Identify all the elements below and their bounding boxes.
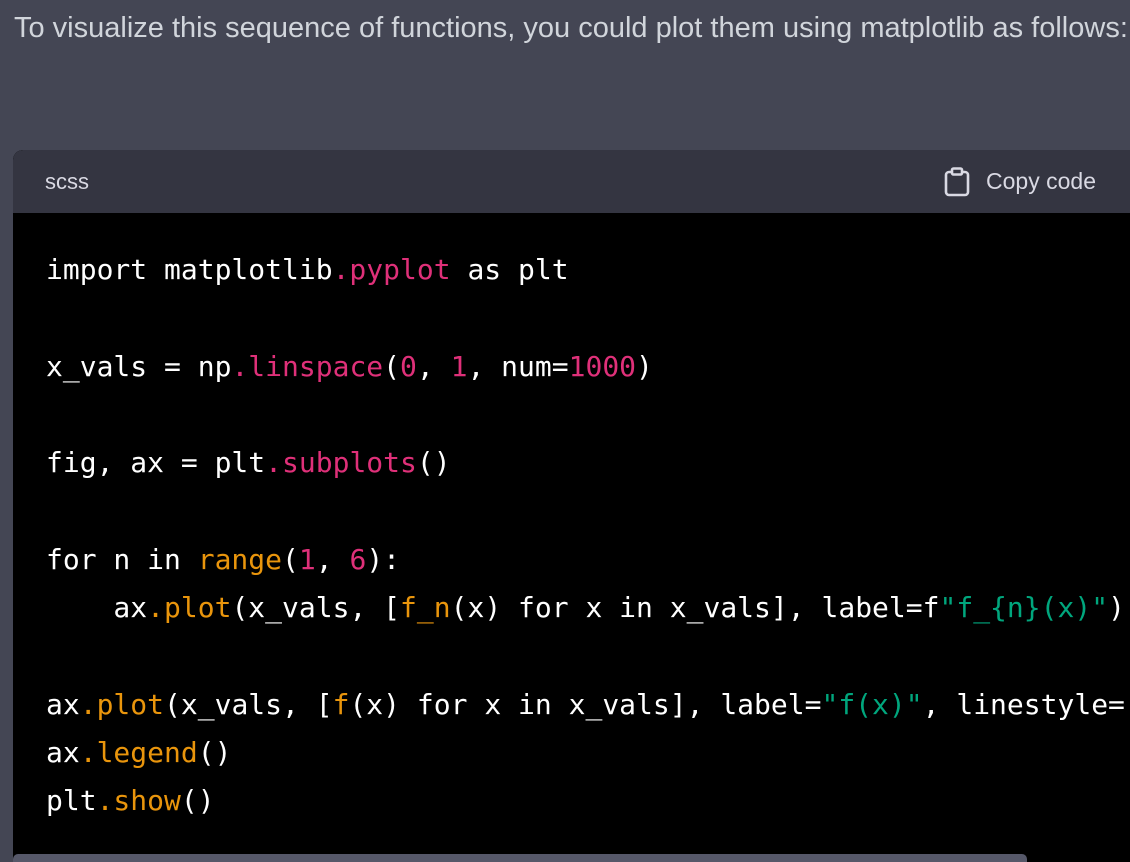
code-token: 1 (298, 542, 316, 576)
code-token: range (197, 542, 283, 576)
code-token: import matplotlib (46, 253, 333, 286)
code-token: ( (282, 542, 299, 576)
code-token: (x_vals, [ (164, 687, 333, 721)
code-token: plt (46, 784, 97, 818)
code-token: , (416, 349, 451, 383)
code-token: ( (383, 349, 401, 383)
code-token: ) (636, 349, 653, 383)
clipboard-icon (944, 166, 970, 197)
code-token: fig, ax = plt (46, 446, 266, 480)
code-token: ) (1108, 591, 1125, 625)
code-token: , (315, 542, 350, 576)
code-line: x_vals = np.linspace(0, 1, num=1000) (46, 343, 1130, 391)
copy-code-label: Copy code (986, 168, 1096, 194)
code-token: ): (366, 542, 401, 576)
code-token: "f(x)" (821, 687, 923, 721)
code-token: 1000 (568, 349, 637, 383)
code-token: .legend (79, 735, 198, 769)
code-token: 0 (400, 349, 417, 383)
code-line: ax.legend() (46, 729, 1130, 777)
code-token: 6 (349, 542, 367, 576)
code-line: import matplotlib.pyplot as plt (46, 246, 1130, 294)
code-token: (x) for x in x_vals], label= (349, 687, 822, 721)
code-line: fig, ax = plt.subplots() (46, 439, 1130, 487)
horizontal-scrollbar[interactable] (13, 854, 1027, 862)
code-line: ax.plot(x_vals, [f_n(x) for x in x_vals]… (46, 584, 1130, 632)
code-token: () (197, 735, 232, 769)
code-token: () (416, 446, 451, 480)
code-token: for n in (46, 542, 198, 576)
code-token: .pyplot (332, 253, 451, 286)
code-token: .plot (147, 591, 232, 625)
code-token: () (180, 784, 215, 818)
code-content: import matplotlib.pyplot as plt x_vals = … (46, 246, 1130, 826)
code-token: 1 (450, 349, 468, 383)
code-token: (x) for x in x_vals], label=f (450, 591, 940, 625)
code-token: "f_{n}(x)" (939, 591, 1109, 625)
assistant-message-text: To visualize this sequence of functions,… (14, 12, 1128, 44)
code-token: ax (46, 591, 148, 625)
code-token: .subplots (265, 446, 417, 480)
code-token: as plt (450, 253, 569, 286)
code-token: ' (1125, 688, 1130, 721)
code-block-header: scss Copy code (13, 150, 1130, 213)
code-token: f (332, 687, 350, 721)
code-token: ax (46, 735, 80, 769)
code-token: f_n (400, 591, 451, 625)
code-token: , linestyle= (922, 687, 1125, 721)
code-line: ax.plot(x_vals, [f(x) for x in x_vals], … (46, 681, 1130, 729)
code-token: ax (46, 687, 80, 721)
code-token: .plot (79, 687, 165, 721)
code-line: plt.show() (46, 777, 1130, 825)
copy-code-button[interactable]: Copy code (944, 150, 1096, 213)
code-token: .show (96, 784, 181, 818)
code-language-label: scss (45, 169, 89, 194)
code-line: for n in range(1, 6): (46, 536, 1130, 584)
code-token: .linspace (231, 349, 384, 383)
code-token: , num= (467, 349, 569, 383)
code-token: (x_vals, [ (231, 591, 401, 625)
code-block: scss Copy code import matplotlib.pyplot … (13, 150, 1130, 862)
code-token: x_vals = np (46, 349, 232, 383)
